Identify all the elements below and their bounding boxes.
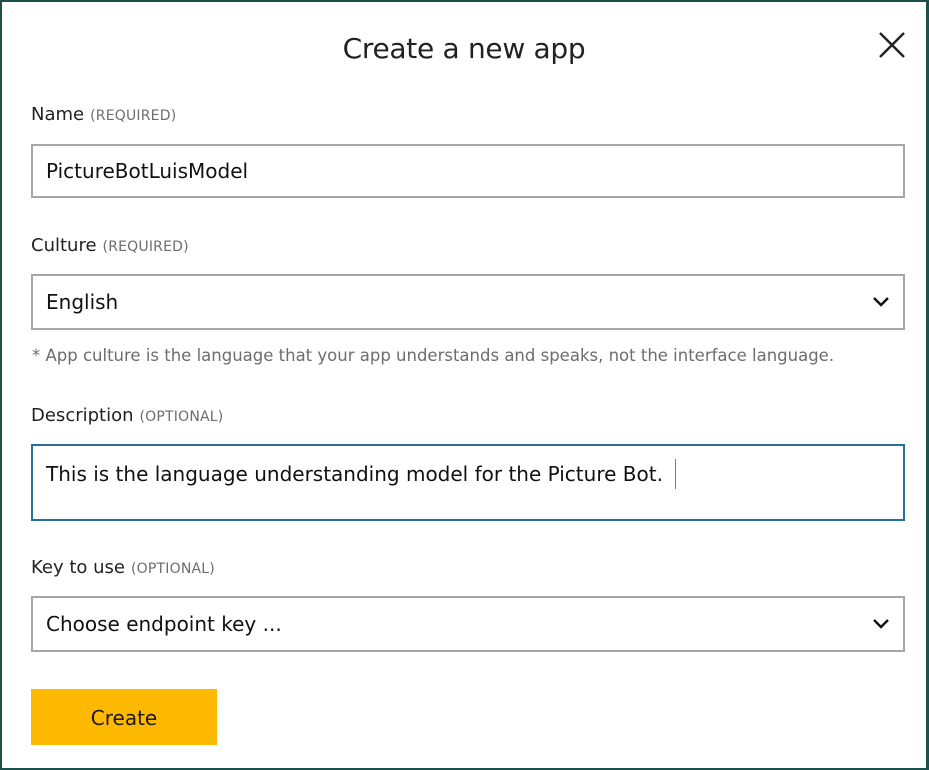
chevron-down-icon [873, 619, 889, 629]
name-input-value: PictureBotLuisModel [46, 159, 249, 183]
description-textarea-value: This is the language understanding model… [46, 462, 663, 486]
create-app-dialog: Create a new app Name (REQUIRED) PictureB… [0, 0, 929, 770]
culture-label: Culture (REQUIRED) [31, 235, 189, 256]
name-input[interactable]: PictureBotLuisModel [31, 144, 905, 198]
chevron-down-icon [873, 297, 889, 307]
endpoint-key-select[interactable]: Choose endpoint key ... [31, 596, 905, 652]
name-required-hint: (REQUIRED) [90, 108, 177, 124]
close-button[interactable] [876, 29, 908, 61]
culture-required-hint: (REQUIRED) [102, 239, 189, 255]
description-label: Description (OPTIONAL) [31, 405, 223, 426]
name-label-text: Name [31, 104, 85, 125]
name-label: Name (REQUIRED) [31, 104, 176, 125]
create-button[interactable]: Create [31, 689, 217, 745]
culture-select-value: English [46, 290, 119, 314]
description-label-text: Description [31, 405, 134, 426]
description-optional-hint: (OPTIONAL) [139, 409, 224, 425]
dialog-title: Create a new app [342, 32, 586, 65]
close-icon [879, 32, 905, 58]
culture-select[interactable]: English [31, 274, 905, 330]
text-cursor [674, 459, 676, 489]
description-textarea[interactable]: This is the language understanding model… [31, 444, 905, 521]
key-optional-hint: (OPTIONAL) [131, 561, 215, 577]
culture-note: * App culture is the language that your … [32, 346, 835, 365]
culture-label-text: Culture [31, 235, 97, 256]
endpoint-key-select-value: Choose endpoint key ... [46, 612, 282, 636]
key-label: Key to use (OPTIONAL) [31, 557, 215, 578]
key-label-text: Key to use [31, 557, 126, 578]
